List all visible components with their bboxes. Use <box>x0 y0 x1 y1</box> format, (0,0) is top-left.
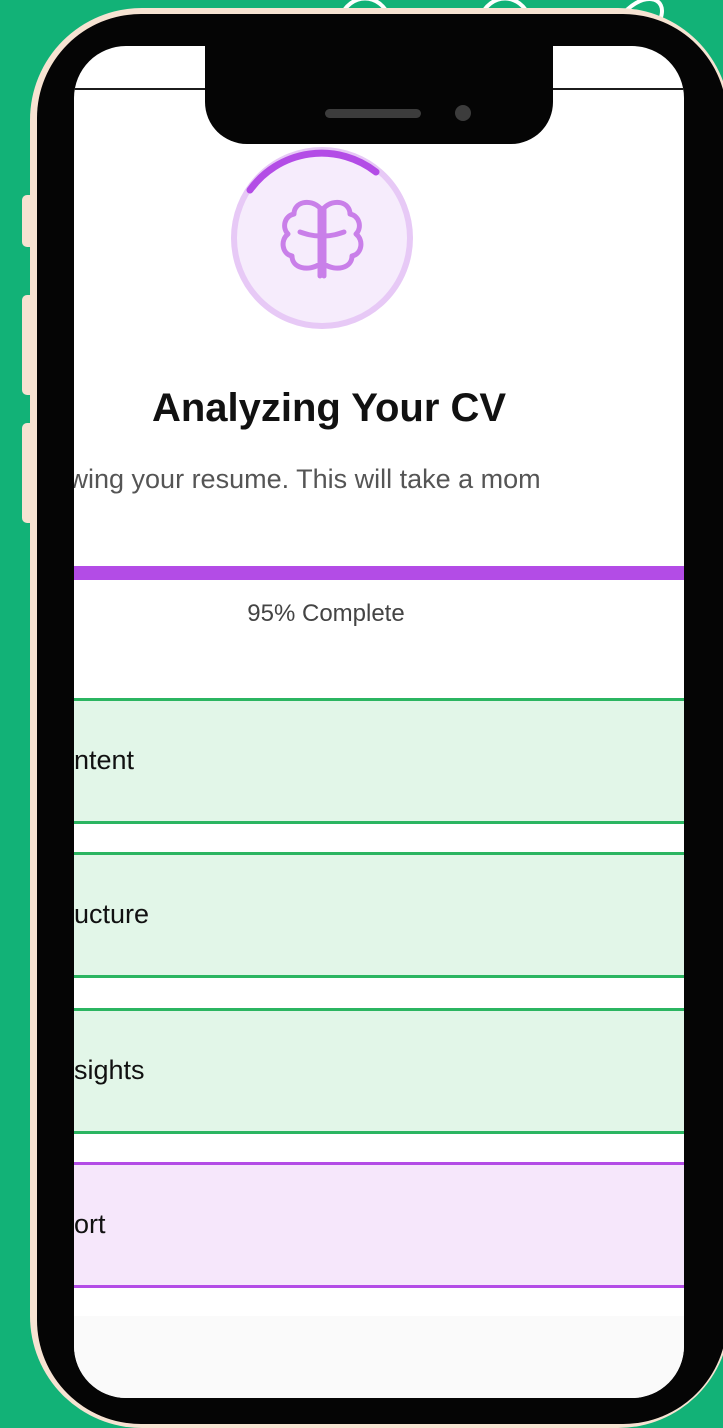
speaker-grille <box>325 109 421 118</box>
page-subtitle: viewing your resume. This will take a mo… <box>74 464 541 494</box>
step-label: ucture <box>74 899 150 929</box>
analysis-loader <box>231 147 413 329</box>
progress-bar <box>74 566 684 580</box>
step-item-report: ort <box>74 1162 684 1288</box>
step-item-insights: sights <box>74 1008 684 1134</box>
phone-screen: Analyzing Your CV viewing your resume. T… <box>74 46 684 1398</box>
phone-notch <box>205 46 553 144</box>
step-label: ort <box>74 1209 106 1239</box>
step-item-content: ntent <box>74 698 684 824</box>
front-camera <box>455 105 471 121</box>
step-item-pending <box>74 1316 684 1398</box>
step-label: ntent <box>74 745 135 775</box>
step-label: sights <box>74 1055 145 1085</box>
progress-label: 95% Complete <box>247 600 405 627</box>
step-item-structure: ucture <box>74 852 684 978</box>
page-title: Analyzing Your CV <box>151 386 507 430</box>
